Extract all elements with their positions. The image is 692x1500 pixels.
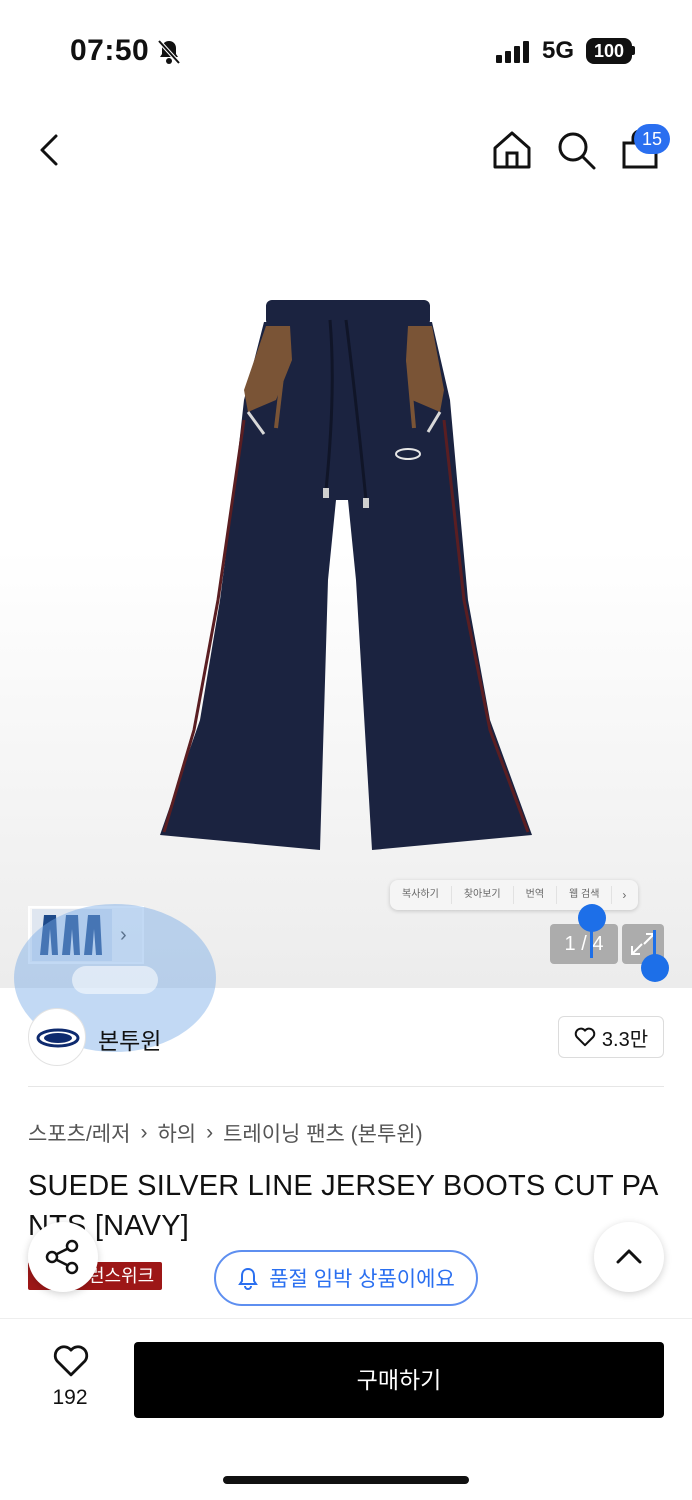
chevron-right-icon: › [140, 1121, 148, 1144]
sel-copy[interactable]: 복사하기 [390, 886, 452, 904]
scroll-top-button[interactable] [594, 1222, 664, 1292]
share-button[interactable] [28, 1222, 98, 1292]
search-icon [558, 132, 596, 170]
breadcrumb-item[interactable]: 스포츠/레저 [28, 1118, 130, 1148]
brand-like-count: 3.3만 [601, 1028, 649, 1051]
like-count: 192 [52, 1386, 88, 1409]
chevron-left-icon [40, 134, 58, 166]
divider [28, 1086, 664, 1087]
brand-name[interactable]: 본투윈 [98, 1022, 161, 1056]
bell-icon [238, 1267, 259, 1290]
home-button[interactable] [490, 128, 534, 172]
sel-lookup[interactable]: 찾아보기 [452, 886, 514, 904]
sold-out-soon-label: 품절 임박 상품이에요 [269, 1268, 455, 1291]
breadcrumb-item[interactable]: 하의 [157, 1118, 196, 1148]
breadcrumb-item[interactable]: 트레이닝 팬츠 (본투윈) [223, 1118, 423, 1148]
chevron-right-icon[interactable]: › [612, 888, 636, 902]
sel-web-search[interactable]: 웹 검색 [557, 886, 613, 904]
home-icon [493, 131, 531, 169]
breadcrumb: 스포츠/레저 › 하의 › 트레이닝 팬츠 (본투윈) [28, 1118, 423, 1148]
selection-handle-start[interactable] [578, 904, 606, 932]
selection-handle-end[interactable] [641, 954, 669, 982]
status-bar: 07:50 5G 100 [0, 0, 692, 100]
back-button[interactable] [30, 128, 74, 172]
heart-icon [574, 1027, 596, 1047]
chevron-up-icon [616, 1249, 642, 1264]
status-time: 07:50 [70, 34, 150, 67]
heart-icon [53, 1345, 89, 1377]
selection-caret-start [590, 928, 593, 958]
brand-logo[interactable] [28, 1008, 86, 1066]
sel-translate[interactable]: 번역 [514, 886, 558, 904]
share-icon [45, 1239, 79, 1275]
product-image [160, 300, 532, 850]
buy-button[interactable]: 구매하기 [134, 1342, 664, 1418]
cart-count-badge: 15 [634, 124, 670, 154]
home-indicator [223, 1476, 469, 1484]
silent-bell-icon [156, 38, 182, 71]
sold-out-soon-pill[interactable]: 품절 임박 상품이에요 [214, 1250, 478, 1306]
ghost-pill [72, 966, 158, 994]
chevron-right-icon: › [206, 1121, 214, 1144]
product-title: SUEDE SILVER LINE JERSEY BOOTS CUT PANTS… [28, 1170, 659, 1242]
network-type: 5G [542, 37, 575, 64]
brand-like-button[interactable]: 3.3만 [558, 1016, 664, 1058]
search-button[interactable] [554, 128, 598, 172]
text-selection-menu: 복사하기 찾아보기 번역 웹 검색 › [390, 880, 638, 910]
battery-icon: 100 [586, 38, 632, 64]
signal-icon [496, 41, 532, 68]
battery-tip [632, 46, 635, 55]
